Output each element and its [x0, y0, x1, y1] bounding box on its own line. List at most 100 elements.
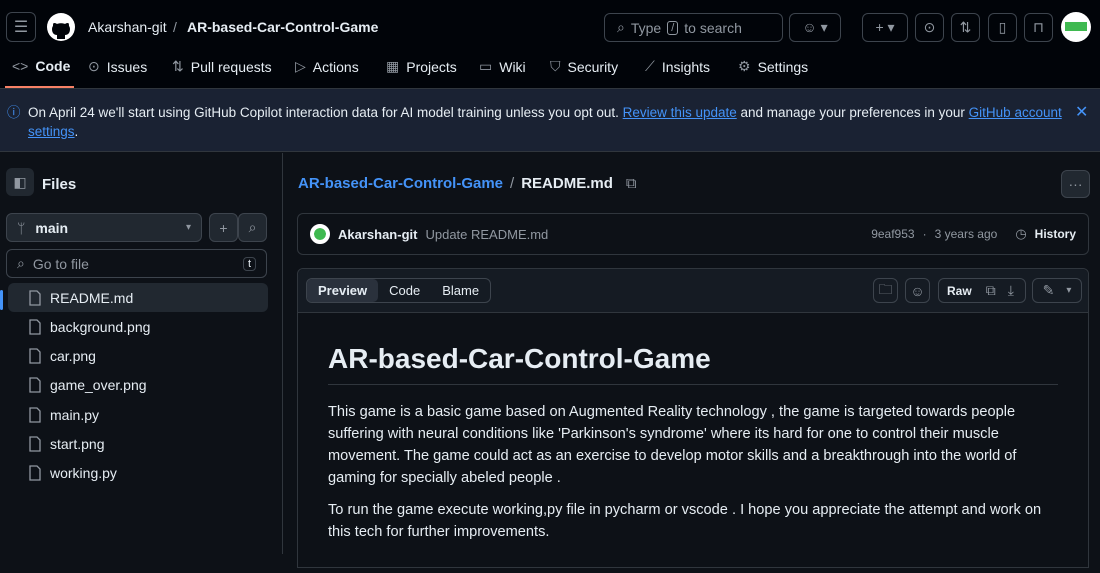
file-icon: [29, 348, 41, 364]
commit-age: 3 years ago: [934, 227, 998, 241]
app-header: ☰ Akarshan-git / AR-based-Car-Control-Ga…: [0, 0, 1100, 89]
issue-icon: ⊙: [923, 19, 936, 35]
breadcrumb-repo-link[interactable]: AR-based-Car-Control-Game: [298, 175, 503, 192]
view-mode-tabs: Preview Code Blame: [306, 278, 492, 303]
search-files-button[interactable]: ⌕: [238, 213, 267, 242]
hamburger-icon: ☰: [13, 19, 29, 36]
latest-commit-bar: Akarshan-git Update README.md 9eaf953 · …: [297, 213, 1089, 255]
file-icon: [29, 289, 41, 306]
create-new-button[interactable]: + ▾: [862, 13, 908, 42]
tab-pull-requests[interactable]: ⇅ Pull requests: [172, 58, 272, 75]
author-avatar: [310, 224, 330, 244]
copilot-ask-button[interactable]: ☺: [905, 278, 930, 303]
file-breadcrumb: AR-based-Car-Control-Game / README.md ⧉: [298, 175, 637, 192]
avatar[interactable]: [1061, 12, 1091, 42]
play-icon: ▷: [295, 58, 306, 74]
file-tree-item[interactable]: background.png: [8, 312, 268, 341]
close-banner-icon[interactable]: ✕: [1075, 103, 1088, 122]
file-tree-item[interactable]: start.png: [8, 430, 268, 459]
tab-insights[interactable]: ⟋ Insights: [645, 58, 710, 75]
tab-code-view[interactable]: Code: [378, 279, 431, 302]
github-logo-icon[interactable]: [46, 12, 76, 42]
issues-button[interactable]: ⊙: [915, 13, 944, 42]
sidebar-title: Files: [42, 176, 77, 193]
file-icon: [29, 436, 41, 452]
readme-paragraph: This game is a basic game based on Augme…: [328, 404, 1017, 486]
plus-icon: +: [219, 219, 228, 236]
file-viewer-toolbar: Preview Code Blame 🗀 ☺ Raw ⧉ ⤓ ✎ ▾: [298, 269, 1088, 313]
repositories-button[interactable]: ▯: [988, 13, 1017, 42]
graph-icon: ⟋: [645, 58, 655, 74]
file-viewer: Preview Code Blame 🗀 ☺ Raw ⧉ ⤓ ✎ ▾ AR-bas…: [297, 268, 1089, 568]
copilot-icon: ☺: [910, 282, 925, 299]
collapse-sidebar-icon[interactable]: ◧: [6, 168, 34, 196]
chevron-down-icon: ▾: [185, 222, 191, 233]
code-icon: <>: [12, 58, 29, 74]
add-to-folder-button[interactable]: 🗀: [873, 278, 898, 303]
copilot-icon: ☺ ▾: [802, 19, 828, 35]
pull-request-icon: ⇅: [959, 19, 972, 35]
raw-actions-group: Raw ⧉ ⤓: [938, 278, 1026, 303]
copy-path-icon[interactable]: ⧉: [626, 175, 637, 192]
go-to-file-input[interactable]: ⌕ Go to file t: [6, 249, 267, 278]
readme-content: AR-based-Car-Control-Game This game is a…: [298, 313, 1088, 573]
tab-wiki[interactable]: ▭ Wiki: [479, 58, 526, 75]
tab-security[interactable]: ⛉ Security: [550, 58, 618, 75]
repo-link[interactable]: AR-based-Car-Control-Game: [187, 19, 378, 35]
tab-issues[interactable]: ⊙ Issues: [88, 58, 147, 75]
tab-settings[interactable]: ⚙ Settings: [738, 58, 808, 75]
folder-plus-icon: 🗀: [878, 280, 893, 297]
file-tree-item[interactable]: working.py: [8, 459, 268, 488]
file-tree-item[interactable]: game_over.png: [8, 371, 268, 400]
info-icon: ⓘ: [7, 105, 21, 120]
menu-button[interactable]: ☰: [6, 12, 36, 42]
add-file-button[interactable]: +: [209, 213, 238, 242]
issue-icon: ⊙: [88, 58, 100, 74]
breadcrumb-separator: /: [173, 19, 177, 35]
search-icon: ⌕: [617, 19, 625, 35]
download-icon[interactable]: ⤓: [1002, 282, 1020, 299]
readme-paragraph: To run the game execute working,py file …: [328, 502, 1042, 540]
commit-author[interactable]: Akarshan-git: [338, 227, 417, 242]
book-icon: ▭: [479, 58, 493, 74]
copy-icon[interactable]: ⧉: [980, 282, 1002, 299]
file-name: working.py: [50, 465, 117, 482]
file-name: car.png: [50, 348, 96, 365]
search-shortcut-key: /: [667, 20, 679, 35]
commit-sha[interactable]: 9eaf953: [871, 227, 914, 241]
copilot-notice-banner: ⓘ On April 24 we'll start using GitHub C…: [0, 89, 1100, 152]
file-icon: [29, 377, 41, 394]
selected-file-indicator: [0, 290, 3, 310]
file-name: README.md: [50, 289, 134, 306]
tab-projects[interactable]: ▦ Projects: [386, 58, 457, 75]
tab-blame[interactable]: Blame: [431, 279, 490, 302]
history-button[interactable]: History: [1035, 227, 1076, 241]
more-options-button[interactable]: ···: [1061, 170, 1090, 198]
commit-message[interactable]: Update README.md: [425, 227, 548, 242]
tab-preview[interactable]: Preview: [307, 279, 379, 302]
kebab-icon: ···: [1068, 176, 1083, 192]
search-icon: ⌕: [17, 255, 25, 271]
tab-actions[interactable]: ▷ Actions: [295, 58, 359, 75]
edit-button[interactable]: ✎ ▾: [1032, 278, 1082, 303]
inbox-button[interactable]: ⊓: [1024, 13, 1053, 42]
raw-button[interactable]: Raw: [939, 284, 980, 298]
file-tree-item[interactable]: car.png: [8, 342, 268, 371]
pull-request-icon: ⇅: [172, 58, 184, 74]
gear-icon: ⚙: [738, 58, 751, 74]
owner-link[interactable]: Akarshan-git: [88, 19, 167, 35]
file-tree-item[interactable]: README.md: [8, 283, 268, 312]
readme-title: AR-based-Car-Control-Game: [328, 343, 1058, 385]
review-update-link[interactable]: Review this update: [623, 105, 737, 120]
search-input[interactable]: ⌕ Type / to search: [604, 13, 783, 42]
file-tree-item[interactable]: main.py: [8, 400, 268, 429]
branch-selector[interactable]: ᛘ main ▾: [6, 213, 202, 242]
pencil-icon: ✎: [1042, 282, 1055, 298]
pull-requests-button[interactable]: ⇅: [951, 13, 980, 42]
file-tree-sidebar: ◧ Files ᛘ main ▾ + ⌕ ⌕ Go to file t README.…: [0, 153, 283, 554]
tab-code[interactable]: <> Code: [12, 58, 70, 74]
history-icon: ◷: [1015, 226, 1027, 241]
file-name: main.py: [50, 406, 100, 423]
chevron-down-icon: ▾: [1066, 285, 1072, 296]
copilot-button[interactable]: ☺ ▾: [789, 13, 841, 42]
